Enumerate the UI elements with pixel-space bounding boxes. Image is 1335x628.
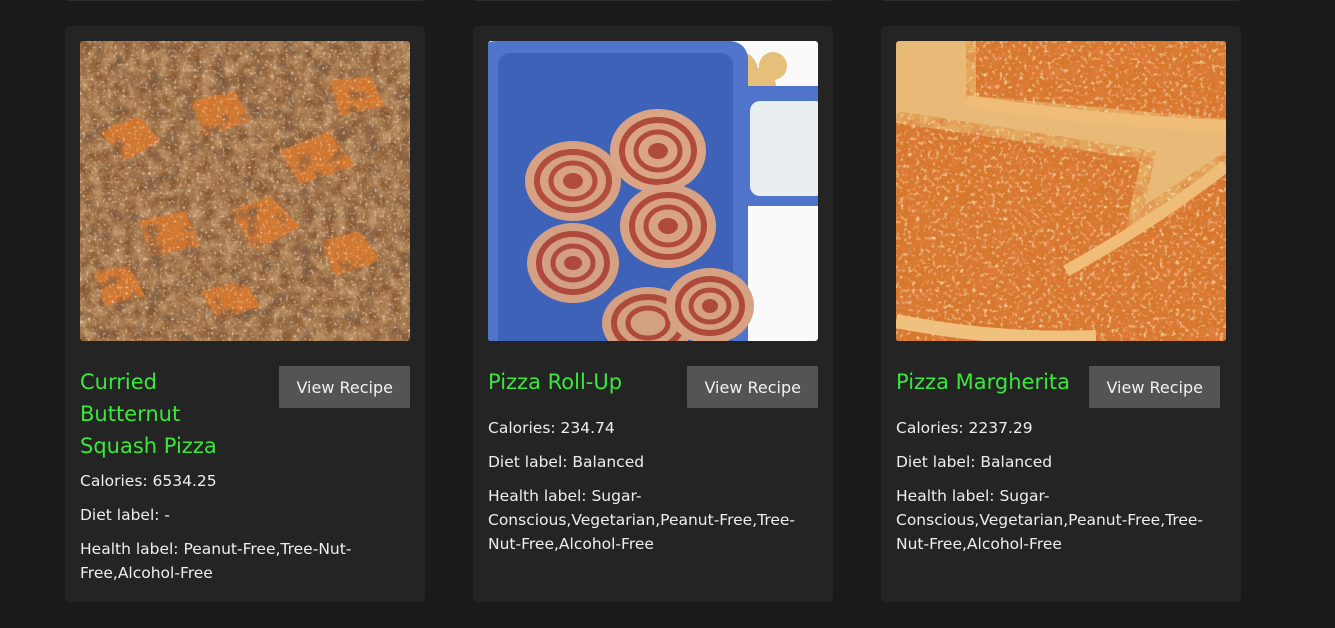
recipe-details: Calories: 234.74 Diet label: Balanced He… [488,416,824,566]
calories-text: Calories: 234.74 [488,419,615,437]
health-label-text: Health label: Sugar-Conscious,Vegetarian… [896,487,1204,553]
recipe-grid: Curried Butternut Squash Pizza View Reci… [0,0,1335,628]
calories-text: Calories: 2237.29 [896,419,1033,437]
calories-text: Calories: 6534.25 [80,472,217,490]
recipe-details: Calories: 6534.25 Diet label: - Health l… [80,469,416,595]
diet-label-text: Diet label: - [80,506,171,524]
squash-pizza-photo [80,41,410,341]
recipe-title: Pizza Roll-Up [488,370,623,394]
health-label-text: Health label: Sugar-Conscious,Vegetarian… [488,487,796,553]
recipe-title: Curried Butternut Squash Pizza [80,370,217,458]
pizza-margherita-photo [896,41,1226,341]
recipe-title: Pizza Margherita [896,370,1071,394]
recipe-image [896,41,1226,341]
recipe-image [80,41,410,341]
pizza-rollup-lunchbox-photo [488,41,818,341]
previous-row-card-edge [473,0,833,1]
view-recipe-button[interactable]: View Recipe [1089,366,1220,408]
view-recipe-button[interactable]: View Recipe [687,366,818,408]
recipe-card: Pizza Roll-Up View Recipe Calories: 234.… [473,26,833,602]
view-recipe-button[interactable]: View Recipe [279,366,410,408]
previous-row-card-edge [881,0,1241,1]
diet-label-text: Diet label: Balanced [488,453,645,471]
previous-row-card-edge [65,0,425,1]
diet-label-text: Diet label: Balanced [896,453,1053,471]
recipe-card: Curried Butternut Squash Pizza View Reci… [65,26,425,602]
recipe-card: Pizza Margherita View Recipe Calories: 2… [881,26,1241,602]
recipe-details: Calories: 2237.29 Diet label: Balanced H… [896,416,1232,566]
health-label-text: Health label: Peanut-Free,Tree-Nut-Free,… [80,540,352,582]
recipe-image [488,41,818,341]
